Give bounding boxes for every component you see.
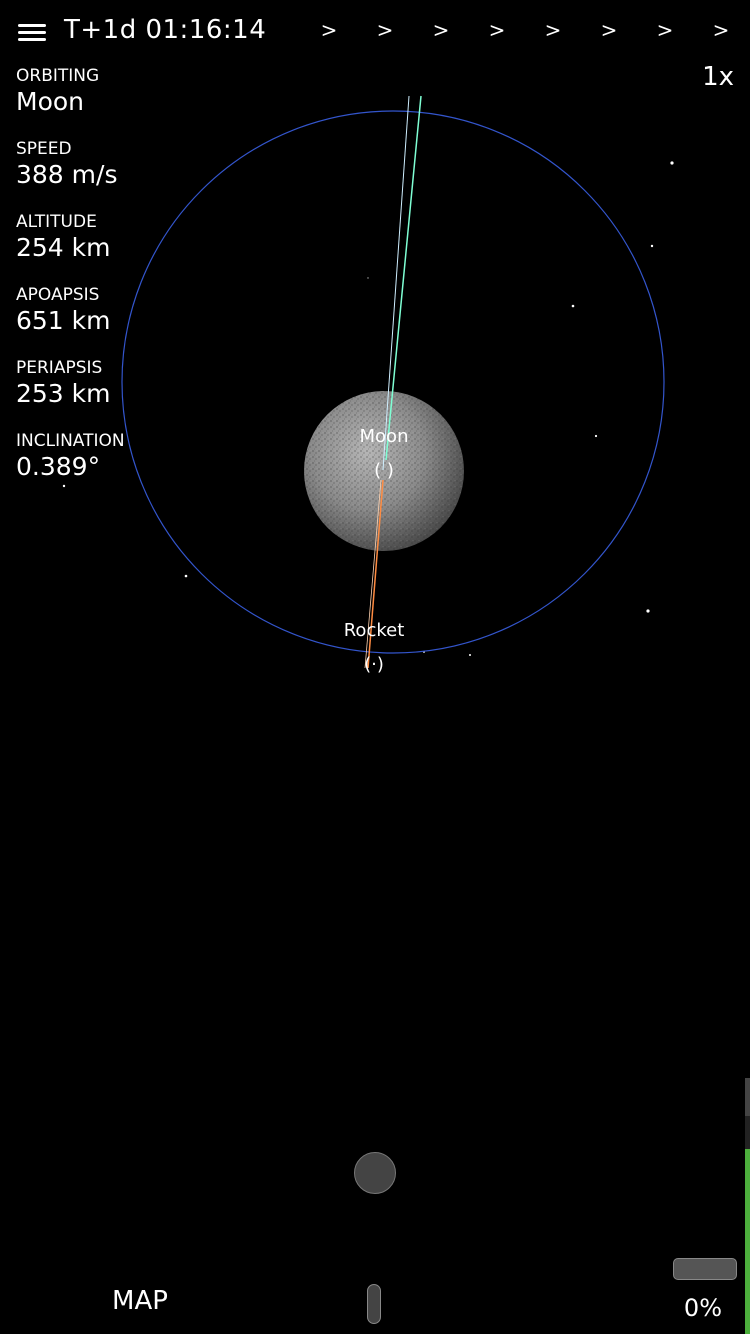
map-button[interactable]: MAP — [100, 1286, 180, 1316]
menu-icon[interactable] — [16, 20, 48, 46]
stat-label: APOAPSIS — [16, 285, 100, 305]
top-bar: T+1d 01:16:14 > > > > > > > > — [0, 0, 750, 64]
stat-value: Moon — [16, 87, 85, 116]
stat-value: 253 km — [16, 379, 111, 408]
stat-speed: SPEED 388 m/s — [16, 139, 216, 212]
warp-arrow-5[interactable]: > — [538, 18, 568, 42]
warp-arrow-2[interactable]: > — [370, 18, 400, 42]
orbit-stats-panel: ORBITING Moon SPEED 388 m/s ALTITUDE 254… — [16, 66, 216, 504]
stat-label: PERIAPSIS — [16, 358, 103, 378]
stat-label: INCLINATION — [16, 431, 125, 451]
mission-elapsed-time: T+1d 01:16:14 — [64, 15, 267, 45]
fuel-percent: 0% — [683, 1294, 722, 1322]
throttle-gauge — [745, 1078, 750, 1334]
warp-arrow-3[interactable]: > — [426, 18, 456, 42]
rocket-marker[interactable]: (·) — [354, 654, 394, 675]
stat-apoapsis: APOAPSIS 651 km — [16, 285, 216, 358]
throttle-gauge-cap — [745, 1078, 750, 1116]
moon-label[interactable]: Moon — [324, 426, 444, 447]
time-warp-arrows: > > > > > > > > — [300, 18, 750, 48]
stat-altitude: ALTITUDE 254 km — [16, 212, 216, 285]
stat-value: 388 m/s — [16, 160, 118, 189]
moon-target-marker[interactable]: ( ) — [364, 460, 404, 481]
stat-value: 651 km — [16, 306, 111, 335]
fuel-bar — [673, 1258, 737, 1280]
stat-value: 254 km — [16, 233, 111, 262]
stat-label: ORBITING — [16, 66, 100, 86]
time-scale-indicator[interactable]: 1x — [702, 62, 734, 92]
stat-periapsis: PERIAPSIS 253 km — [16, 358, 216, 431]
warp-arrow-8[interactable]: > — [706, 18, 736, 42]
stat-inclination: INCLINATION 0.389° — [16, 431, 216, 504]
throttle-knob[interactable] — [354, 1152, 396, 1194]
warp-arrow-1[interactable]: > — [314, 18, 344, 42]
rocket-label[interactable]: Rocket — [314, 620, 434, 641]
stat-orbiting: ORBITING Moon — [16, 66, 216, 139]
warp-arrow-7[interactable]: > — [650, 18, 680, 42]
stat-value: 0.389° — [16, 452, 101, 481]
warp-arrow-6[interactable]: > — [594, 18, 624, 42]
throttle-gauge-fill — [745, 1149, 750, 1334]
stat-label: ALTITUDE — [16, 212, 97, 232]
stat-label: SPEED — [16, 139, 72, 159]
throttle-slider-handle[interactable] — [367, 1284, 381, 1324]
warp-arrow-4[interactable]: > — [482, 18, 512, 42]
